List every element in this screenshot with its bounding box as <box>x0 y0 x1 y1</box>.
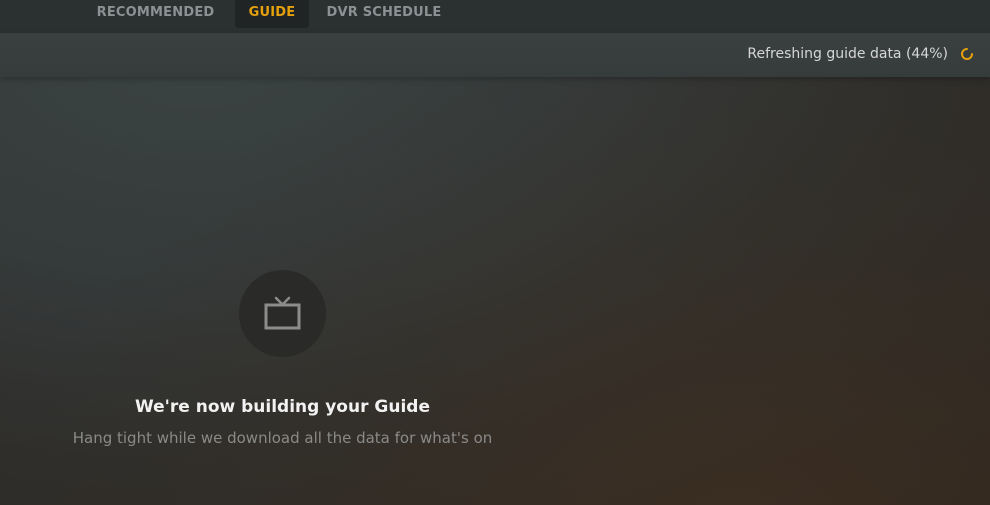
loading-spinner-icon <box>961 48 973 60</box>
tab-dvr-schedule[interactable]: DVR SCHEDULE <box>324 0 444 28</box>
empty-state: We're now building your Guide Hang tight… <box>40 270 525 447</box>
status-bar: Refreshing guide data (44%) <box>0 33 990 77</box>
tv-icon-circle <box>239 270 326 357</box>
tv-icon <box>264 296 301 330</box>
empty-state-title: We're now building your Guide <box>135 397 430 417</box>
tab-guide[interactable]: GUIDE <box>235 0 309 28</box>
empty-state-subtitle: Hang tight while we download all the dat… <box>72 429 493 447</box>
top-navigation: RECOMMENDED GUIDE DVR SCHEDULE <box>0 0 990 33</box>
tab-recommended[interactable]: RECOMMENDED <box>93 0 218 28</box>
refresh-status-text: Refreshing guide data (44%) <box>747 46 948 62</box>
